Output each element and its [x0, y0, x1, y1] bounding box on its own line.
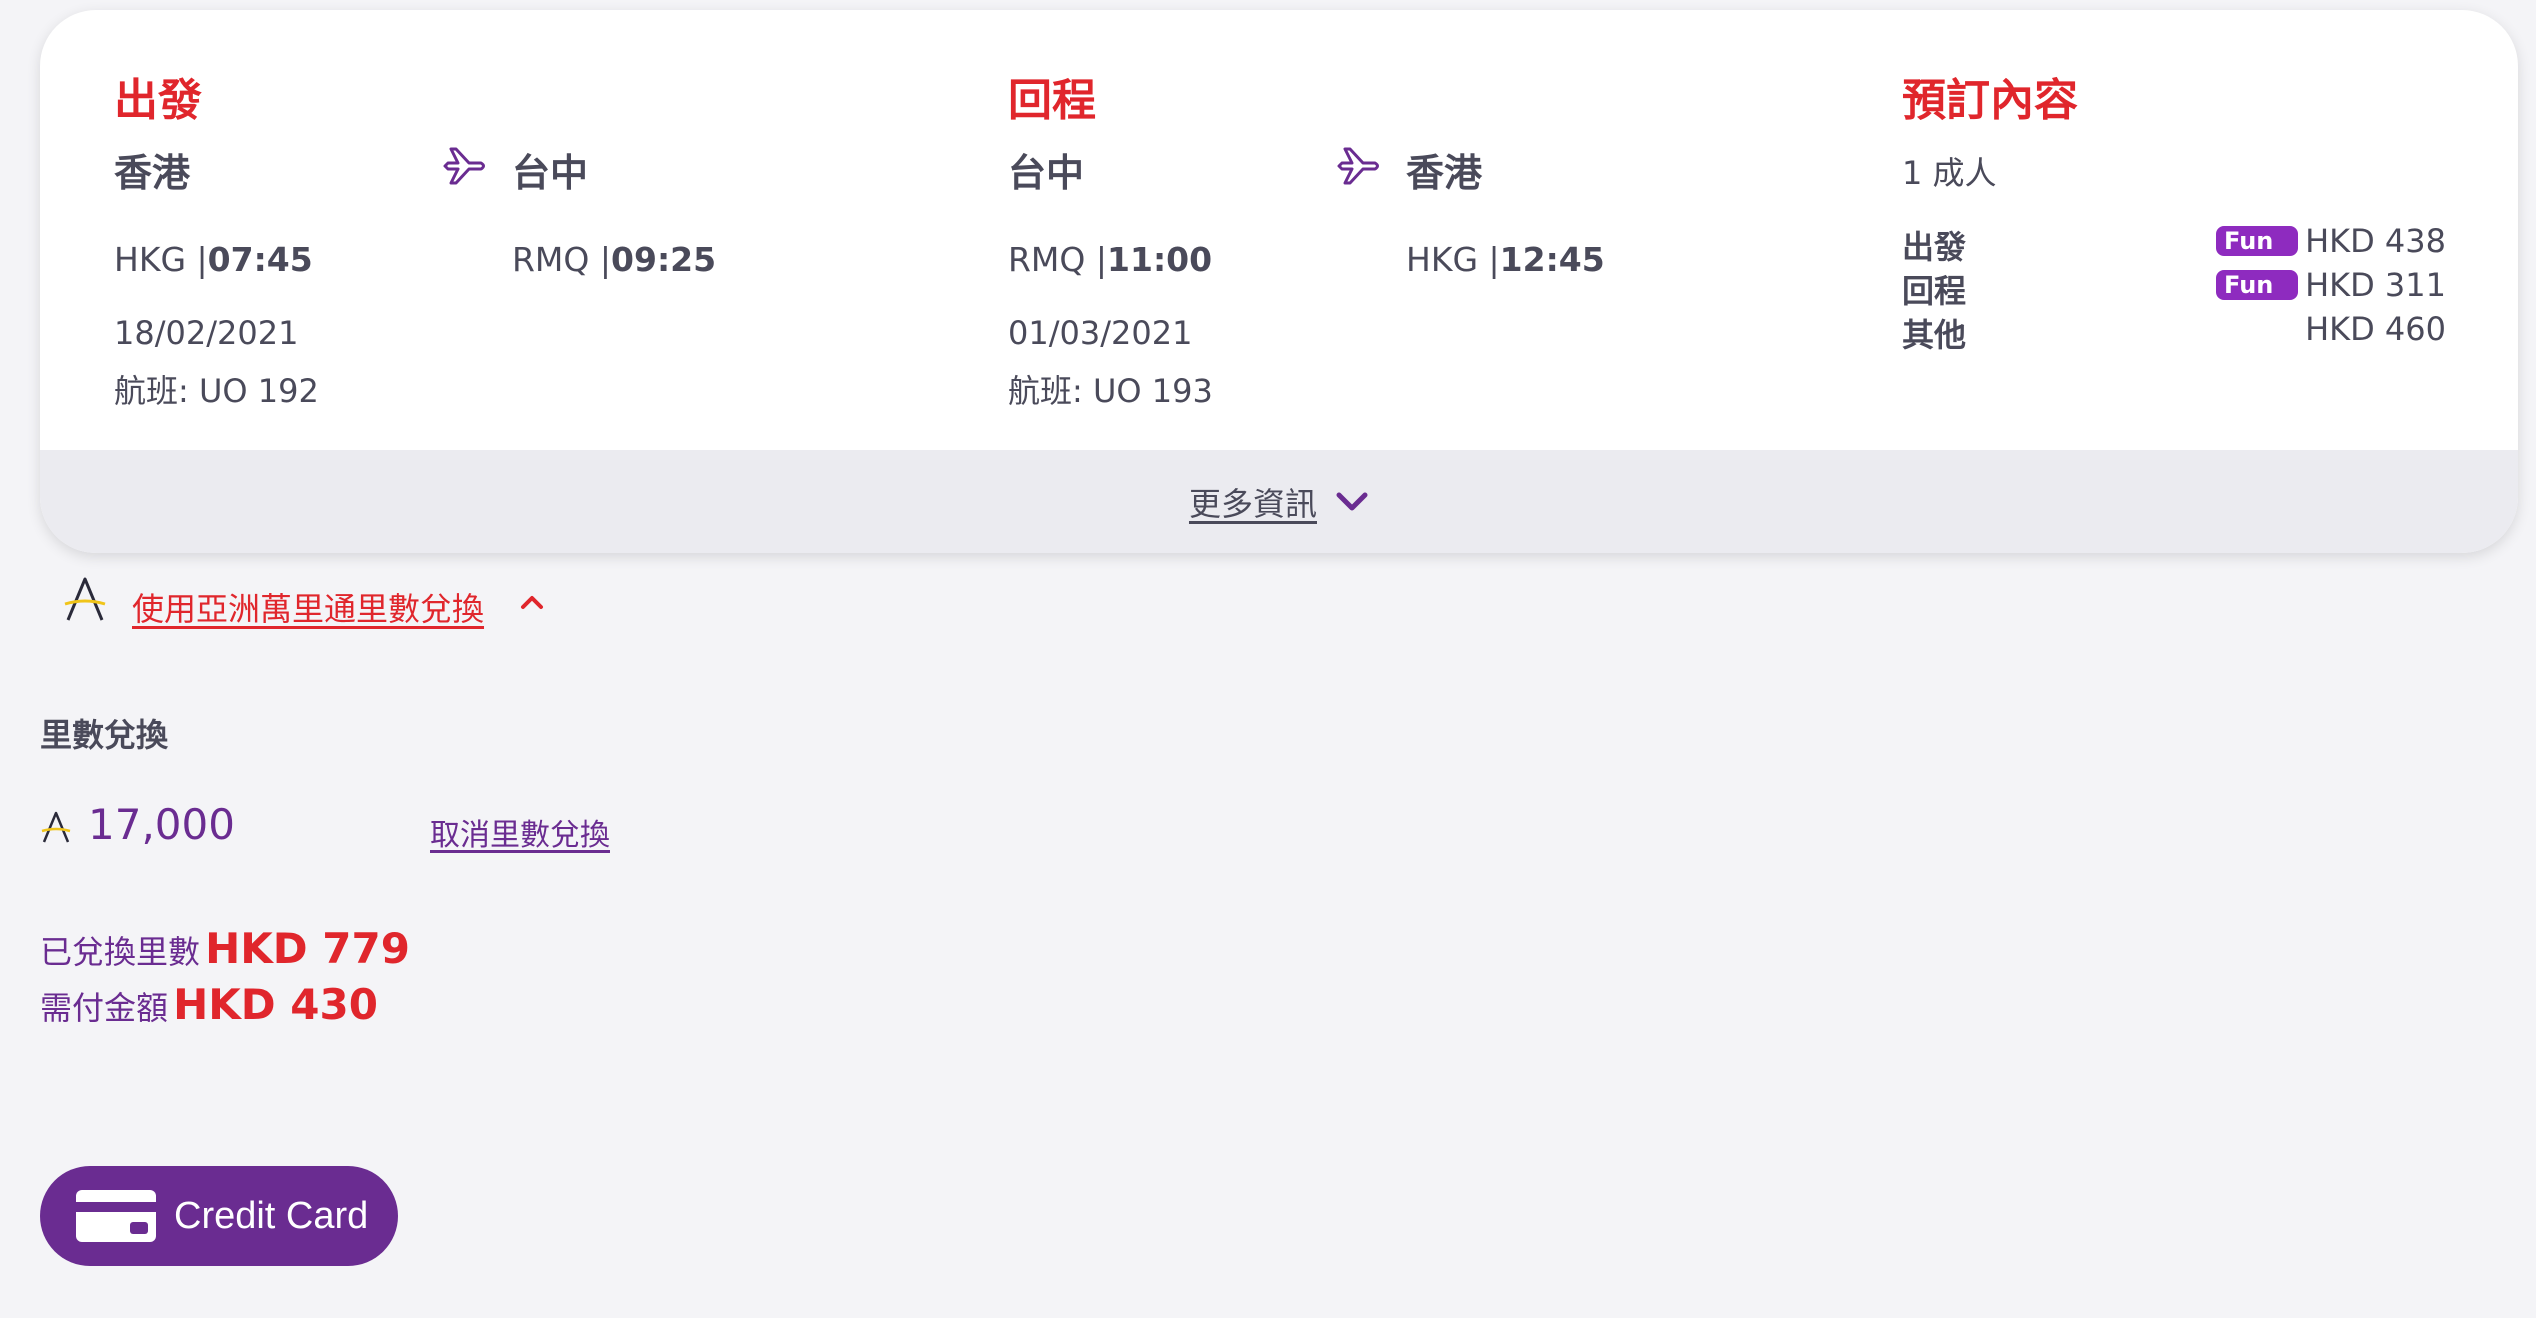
redeem-miles-amount: 17,000: [88, 800, 235, 849]
return-flight: 航班: UO 193: [1008, 372, 1213, 410]
credit-card-label: Credit Card: [174, 1194, 369, 1237]
return-date: 01/03/2021: [1008, 314, 1193, 352]
payable-label: 需付金額: [40, 989, 169, 1027]
plane-icon: [442, 142, 490, 194]
price-row-value: HKD 311: [2305, 266, 2446, 304]
payable-value: HKD 430: [173, 980, 378, 1029]
outbound-from-city: 香港: [114, 151, 191, 195]
redeemed-label: 已兌換里數: [40, 933, 201, 971]
chevron-up-icon[interactable]: [518, 592, 546, 616]
passenger-count: 1 成人: [1902, 154, 1997, 192]
card-footer: 更多資訊: [40, 450, 2518, 553]
price-row-value: HKD 438: [2305, 222, 2446, 260]
redeemed-amount-row: 已兌換里數 HKD 779: [40, 924, 410, 973]
outbound-to-time: 09:25: [611, 240, 717, 279]
outbound-arrival: RMQ |09:25: [512, 240, 717, 279]
cancel-redemption-link[interactable]: 取消里數兌換: [430, 810, 610, 854]
redeemed-value: HKD 779: [205, 924, 410, 973]
outbound-date: 18/02/2021: [114, 314, 299, 352]
credit-card-button[interactable]: Credit Card: [40, 1166, 398, 1266]
return-departure: RMQ |11:00: [1008, 240, 1213, 279]
outbound-from-code: HKG: [114, 240, 187, 279]
outbound-from-time: 07:45: [207, 240, 313, 279]
asia-miles-redeem-link[interactable]: 使用亞洲萬里通里數兌換: [132, 584, 484, 630]
plane-icon: [1336, 142, 1384, 194]
price-row-label: 回程: [1902, 272, 1967, 310]
return-to-code: HKG: [1406, 240, 1479, 279]
flight-summary-card: 出發 香港 台中 HKG |07:45 RMQ |09:25 18/02/202…: [40, 10, 2518, 553]
outbound-departure: HKG |07:45: [114, 240, 313, 279]
price-row-label: 其他: [1902, 316, 1967, 354]
redeem-section-title: 里數兌換: [40, 716, 169, 754]
return-to-city: 香港: [1406, 151, 1483, 195]
payable-amount-row: 需付金額 HKD 430: [40, 980, 378, 1029]
chevron-down-icon: [1336, 492, 1368, 510]
booking-title: 預訂內容: [1902, 75, 2078, 126]
price-row-value: HKD 460: [2305, 310, 2446, 348]
price-row-label: 出發: [1902, 228, 1967, 266]
outbound-to-code: RMQ: [512, 240, 590, 279]
return-title: 回程: [1008, 75, 1096, 126]
outbound-to-city: 台中: [512, 151, 589, 195]
asia-miles-logo-icon: [62, 576, 108, 626]
return-from-city: 台中: [1008, 151, 1085, 195]
more-info-label: 更多資訊: [1188, 484, 1317, 523]
more-info-link[interactable]: 更多資訊: [1189, 479, 1369, 525]
return-from-time: 11:00: [1107, 240, 1213, 279]
asia-miles-icon: [40, 810, 72, 848]
credit-card-icon: [76, 1190, 156, 1242]
return-arrival: HKG |12:45: [1406, 240, 1605, 279]
outbound-flight: 航班: UO 192: [114, 372, 319, 410]
return-to-time: 12:45: [1499, 240, 1605, 279]
outbound-title: 出發: [114, 75, 202, 126]
return-from-code: RMQ: [1008, 240, 1086, 279]
